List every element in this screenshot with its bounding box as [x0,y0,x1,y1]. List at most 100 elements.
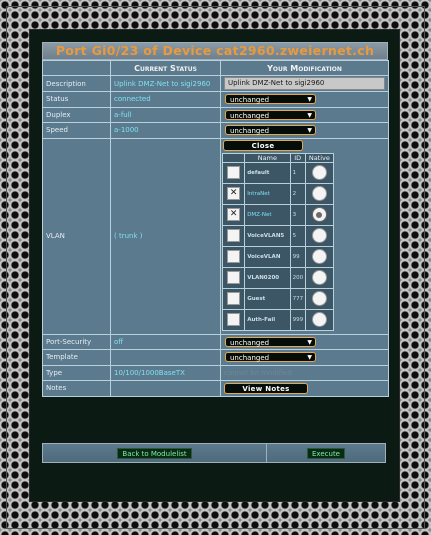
vlan-native-radio[interactable] [311,186,327,201]
chevron-down-icon: ▼ [307,96,312,104]
port-security-label: Port-Security [42,333,111,350]
vlan-row: Guest 777 [221,287,335,310]
row-status: Status connected unchanged ▼ [42,91,389,108]
vlan-native-radio[interactable] [311,291,327,306]
vlan-native-radio[interactable] [311,270,327,285]
vlan-native-cell [304,161,335,184]
view-notes-button[interactable]: View Notes [224,382,308,394]
duplex-current: a-full [110,106,221,123]
description-cell: Uplink DMZ-Net to sigi2960 [220,75,389,92]
vlan-native-radio[interactable] [311,312,327,327]
vlan-name: Guest [244,287,291,310]
header-your-modification: Your Modification [220,60,389,76]
description-input[interactable]: Uplink DMZ-Net to sigi2960 [224,77,385,90]
duplex-cell: unchanged ▼ [220,106,389,123]
row-port-security: Port-Security off unchanged ▼ [42,333,389,350]
vlan-check-cell [221,224,246,247]
vlan-name: VLAN0200 [244,266,291,289]
vlan-close-button[interactable]: Close [223,139,303,151]
vlan-header-name: Name [244,152,291,163]
vlan-checkbox[interactable] [227,250,241,263]
footer-right-cell: Execute [267,444,385,462]
vlan-checkbox[interactable] [227,292,241,305]
row-description: Description Uplink DMZ-Net to sigi2960 U… [42,75,389,92]
vlan-native-radio[interactable] [311,207,327,222]
notes-label: Notes [42,380,111,397]
duplex-select-value: unchanged [230,111,270,120]
description-label: Description [42,75,111,92]
vlan-checkbox[interactable] [227,166,241,179]
footer-bar: Back to Modulelist Execute [42,443,386,463]
vlan-name: VoiceVLAN5 [244,224,291,247]
vlan-native-cell [304,224,335,247]
vlan-header-check [221,152,246,163]
status-select[interactable]: unchanged ▼ [225,94,316,105]
vlan-checkbox[interactable]: ✕ [227,187,241,200]
port-security-select[interactable]: unchanged ▼ [225,336,316,347]
vlan-check-cell: ✕ [221,203,246,226]
vlan-checkbox[interactable] [227,313,241,326]
vlan-table: Name ID Native default 1 ✕ IntraNet 2 ✕ DMZ-Ne… [221,152,335,331]
vlan-id: 777 [289,287,306,310]
vlan-checkbox[interactable] [227,229,241,242]
status-cell: unchanged ▼ [220,91,389,108]
vlan-row: VoiceVLAN5 5 [221,224,335,247]
chevron-down-icon: ▼ [307,338,312,346]
vlan-check-cell [221,161,246,184]
row-notes: Notes View Notes [42,380,389,397]
speed-select[interactable]: unchanged ▼ [225,125,316,136]
vlan-current: ( trunk ) [110,137,221,335]
speed-cell: unchanged ▼ [220,122,389,139]
duplex-select[interactable]: unchanged ▼ [225,109,316,120]
vlan-native-cell [304,203,335,226]
notes-cell: View Notes [220,380,389,397]
port-config-table: Current Status Your Modification Descrip… [42,60,389,397]
vlan-id: 2 [289,182,306,205]
vlan-check-cell [221,266,246,289]
vlan-check-cell [221,308,246,331]
page-title: Port Gi0/23 of Device cat2960.zweiernet.… [42,42,388,60]
vlan-native-cell [304,266,335,289]
header-current-status: Current Status [110,60,221,76]
speed-label: Speed [42,122,111,139]
row-duplex: Duplex a-full unchanged ▼ [42,106,389,123]
vlan-native-radio[interactable] [311,165,327,180]
vlan-name: Auth-Fail [244,308,291,331]
chevron-down-icon: ▼ [307,354,312,362]
duplex-label: Duplex [42,106,111,123]
template-cell: unchanged ▼ [220,349,389,366]
status-current: connected [110,91,221,108]
back-to-modulelist-button[interactable]: Back to Modulelist [117,447,192,459]
type-modification: cannot be modified [220,364,389,381]
port-security-select-value: unchanged [230,338,270,347]
type-current: 10/100/1000BaseTX [110,364,221,381]
vlan-native-cell [304,245,335,268]
description-current: Uplink DMZ-Net to sigi2960 [110,75,221,92]
vlan-label: VLAN [42,137,111,335]
vlan-header-row: Name ID Native [221,152,335,163]
vlan-row: ✕ DMZ-Net 3 [221,203,335,226]
vlan-native-cell [304,182,335,205]
vlan-row: default 1 [221,161,335,184]
vlan-name: VoiceVLAN [244,245,291,268]
status-label: Status [42,91,111,108]
template-current [110,349,221,366]
vlan-cell: Close Name ID Native default 1 ✕ IntraNet 2 ✕… [220,137,389,335]
port-security-cell: unchanged ▼ [220,333,389,350]
status-select-value: unchanged [230,96,270,105]
vlan-row: VLAN0200 200 [221,266,335,289]
execute-button[interactable]: Execute [307,447,345,459]
vlan-native-radio[interactable] [311,249,327,264]
template-select[interactable]: unchanged ▼ [225,352,316,363]
vlan-checkbox[interactable] [227,271,241,284]
chevron-down-icon: ▼ [307,111,312,119]
check-mark-icon: ✕ [229,188,238,198]
vlan-native-radio[interactable] [311,228,327,243]
check-mark-icon: ✕ [229,209,238,219]
row-vlan: VLAN ( trunk ) Close Name ID Native defa… [42,137,389,335]
vlan-id: 1 [289,161,306,184]
vlan-checkbox[interactable]: ✕ [227,208,241,221]
vlan-check-cell [221,245,246,268]
vlan-id: 3 [289,203,306,226]
vlan-native-cell [304,287,335,310]
